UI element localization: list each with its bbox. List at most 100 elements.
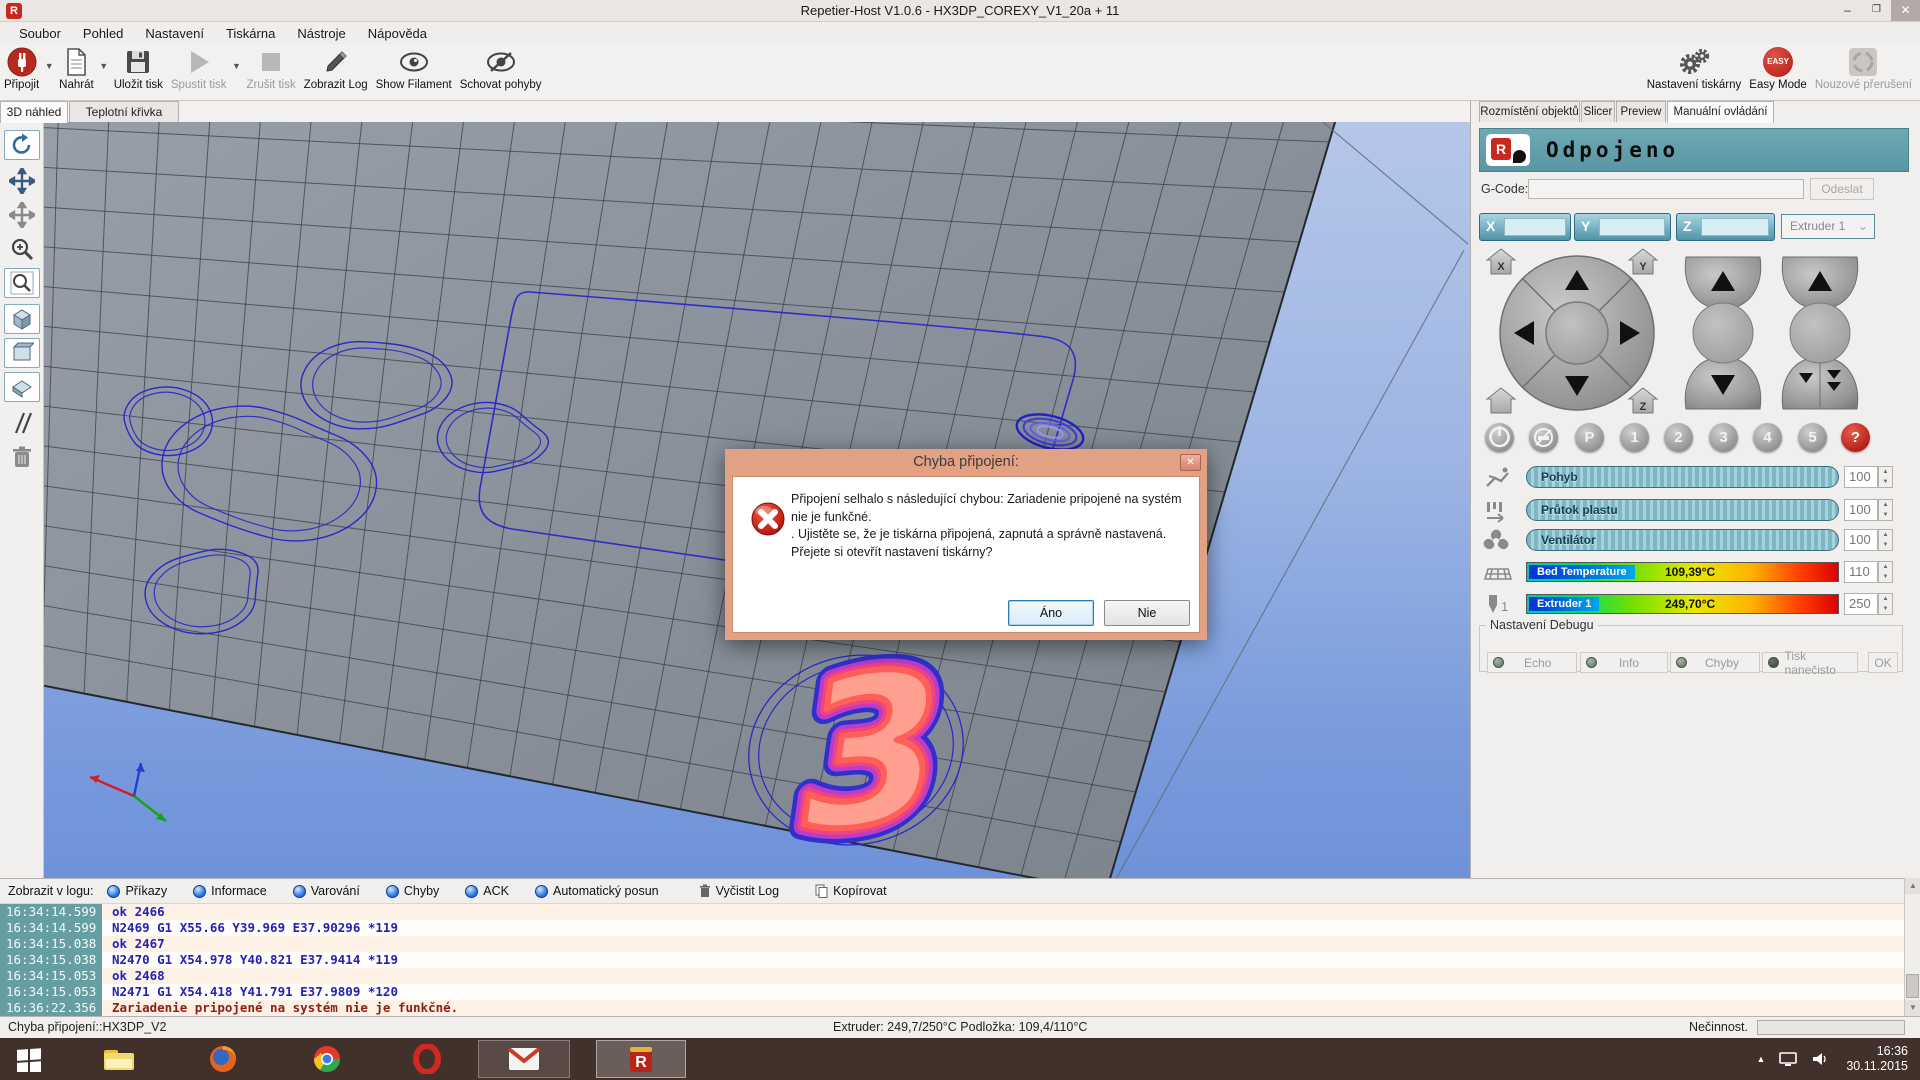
- zoom-button[interactable]: [4, 234, 40, 264]
- send-gcode-button[interactable]: Odeslat: [1810, 178, 1874, 200]
- cancel-print-button[interactable]: Zrušit tisk: [243, 44, 300, 99]
- dialog-close-button[interactable]: ✕: [1180, 454, 1201, 471]
- debug-echo-toggle[interactable]: Echo: [1487, 652, 1577, 673]
- power-button[interactable]: [1485, 423, 1514, 452]
- clear-log-button[interactable]: Vyčistit Log: [699, 884, 779, 898]
- home-z-axis-button[interactable]: Z: [1676, 213, 1775, 241]
- preset-5-button[interactable]: 5: [1798, 423, 1827, 452]
- taskbar-mail-button[interactable]: [478, 1040, 570, 1078]
- extruder-temp-slider[interactable]: Extruder 1 249,70°C: [1526, 594, 1839, 614]
- preset-3-button[interactable]: 3: [1709, 423, 1738, 452]
- scroll-thumb[interactable]: [1906, 974, 1919, 998]
- taskbar-firefox-button[interactable]: [196, 1040, 250, 1078]
- extruder-temp-spinner[interactable]: ▲▼: [1878, 593, 1893, 615]
- volume-icon[interactable]: [1811, 1051, 1829, 1067]
- log-toggle-warnings[interactable]: Varování: [293, 884, 360, 898]
- dialog-no-button[interactable]: Nie: [1104, 600, 1190, 626]
- debug-errors-toggle[interactable]: Chyby: [1670, 652, 1760, 673]
- taskbar-repetier-button[interactable]: R: [596, 1040, 686, 1078]
- network-icon[interactable]: [1779, 1051, 1797, 1067]
- easy-mode-button[interactable]: EASY Easy Mode: [1745, 44, 1811, 99]
- printer-settings-button[interactable]: Nastavení tiskárny: [1643, 44, 1746, 99]
- load-button[interactable]: Nahrát: [55, 44, 98, 99]
- log-toggle-info[interactable]: Informace: [193, 884, 267, 898]
- flow-spinner[interactable]: ▲▼: [1878, 499, 1893, 521]
- start-print-button[interactable]: Spustit tisk: [167, 44, 231, 99]
- view-top-button[interactable]: [4, 372, 40, 402]
- bed-temp-spinner[interactable]: ▲▼: [1878, 561, 1893, 583]
- view-front-button[interactable]: [4, 338, 40, 368]
- hide-travel-button[interactable]: Schovat pohyby: [456, 44, 546, 99]
- park-button[interactable]: P: [1575, 423, 1604, 452]
- parallel-projection-button[interactable]: [4, 408, 40, 438]
- gcode-input[interactable]: [1528, 179, 1804, 199]
- log-toggle-errors[interactable]: Chyby: [386, 884, 439, 898]
- dialog-yes-button[interactable]: Áno: [1008, 600, 1094, 626]
- start-button[interactable]: [2, 1040, 56, 1078]
- log-scrollbar[interactable]: ▲ ▼: [1904, 878, 1920, 1016]
- connect-dropdown[interactable]: ▼: [43, 44, 55, 99]
- tab-slicer[interactable]: Slicer: [1581, 101, 1615, 122]
- preset-4-button[interactable]: 4: [1753, 423, 1782, 452]
- log-output[interactable]: 16:34:14.599ok 2466 16:34:14.599N2469 G1…: [0, 904, 1920, 1016]
- fan-spinner[interactable]: ▲▼: [1878, 529, 1893, 551]
- extruder-select[interactable]: Extruder 1⌄: [1781, 214, 1875, 239]
- zoom-object-button[interactable]: [4, 268, 40, 298]
- preset-2-button[interactable]: 2: [1664, 423, 1693, 452]
- bed-temp-target[interactable]: 110: [1844, 561, 1878, 583]
- speed-spinner[interactable]: ▲▼: [1878, 466, 1893, 488]
- debug-ok-button[interactable]: OK: [1868, 652, 1898, 673]
- log-toggle-autoscroll[interactable]: Automatický posun: [535, 884, 659, 898]
- emergency-stop-button[interactable]: Nouzové přerušení: [1811, 44, 1916, 99]
- preset-1-button[interactable]: 1: [1620, 423, 1649, 452]
- scroll-down-icon[interactable]: ▼: [1905, 1000, 1920, 1016]
- help-button[interactable]: ?: [1841, 423, 1870, 452]
- taskbar-opera-button[interactable]: [400, 1040, 454, 1078]
- show-log-button[interactable]: Zobrazit Log: [300, 44, 372, 99]
- rotate-view-button[interactable]: [4, 130, 40, 160]
- taskbar-explorer-button[interactable]: [92, 1040, 146, 1078]
- tab-object-placement[interactable]: Rozmístění objektů: [1479, 101, 1580, 122]
- maximize-button[interactable]: ❐: [1862, 0, 1891, 21]
- show-filament-button[interactable]: Show Filament: [372, 44, 456, 99]
- menu-view[interactable]: Pohled: [72, 26, 134, 41]
- home-x-axis-button[interactable]: X: [1479, 213, 1571, 241]
- debug-dryrun-toggle[interactable]: Tisk nanečisto: [1762, 652, 1858, 673]
- load-dropdown[interactable]: ▼: [98, 44, 110, 99]
- save-print-button[interactable]: Uložit tisk: [110, 44, 167, 99]
- fan-slider[interactable]: Ventilátor: [1526, 529, 1839, 551]
- tab-preview[interactable]: Preview: [1616, 101, 1666, 122]
- scroll-up-icon[interactable]: ▲: [1905, 878, 1920, 894]
- tray-expand-icon[interactable]: ▲: [1756, 1054, 1765, 1064]
- home-y-axis-button[interactable]: Y: [1574, 213, 1671, 241]
- menu-settings[interactable]: Nastavení: [134, 26, 215, 41]
- tab-temp-curve[interactable]: Teplotní křivka: [69, 101, 179, 122]
- view-iso-button[interactable]: [4, 304, 40, 334]
- jog-controls[interactable]: X Y Z: [1471, 244, 1920, 419]
- log-toggle-ack[interactable]: ACK: [465, 884, 509, 898]
- move-view-button[interactable]: [4, 166, 40, 196]
- extruder-temp-target[interactable]: 250: [1844, 593, 1878, 615]
- heated-bed-off-button[interactable]: [1529, 423, 1558, 452]
- speed-slider[interactable]: Pohyb: [1526, 466, 1839, 488]
- taskbar-chrome-button[interactable]: [300, 1040, 354, 1078]
- start-print-dropdown[interactable]: ▼: [231, 44, 243, 99]
- tray-clock[interactable]: 16:36 30.11.2015: [1846, 1044, 1908, 1074]
- connect-button[interactable]: Připojit: [0, 44, 43, 99]
- fan-value[interactable]: 100: [1844, 529, 1878, 551]
- flow-slider[interactable]: Průtok plastu: [1526, 499, 1839, 521]
- tab-manual-control[interactable]: Manuální ovládání: [1667, 101, 1774, 123]
- speed-value[interactable]: 100: [1844, 466, 1878, 488]
- debug-info-toggle[interactable]: Info: [1580, 652, 1668, 673]
- menu-help[interactable]: Nápověda: [357, 26, 438, 41]
- close-button[interactable]: ✕: [1891, 0, 1920, 21]
- flow-value[interactable]: 100: [1844, 499, 1878, 521]
- menu-tools[interactable]: Nástroje: [286, 26, 356, 41]
- menu-file[interactable]: Soubor: [8, 26, 72, 41]
- delete-object-button[interactable]: [4, 442, 40, 472]
- bed-temp-slider[interactable]: Bed Temperature 109,39°C: [1526, 562, 1839, 582]
- tab-3d-view[interactable]: 3D náhled: [0, 101, 68, 123]
- menu-printer[interactable]: Tiskárna: [215, 26, 286, 41]
- copy-log-button[interactable]: Kopírovat: [815, 884, 887, 898]
- minimize-button[interactable]: –: [1833, 0, 1862, 21]
